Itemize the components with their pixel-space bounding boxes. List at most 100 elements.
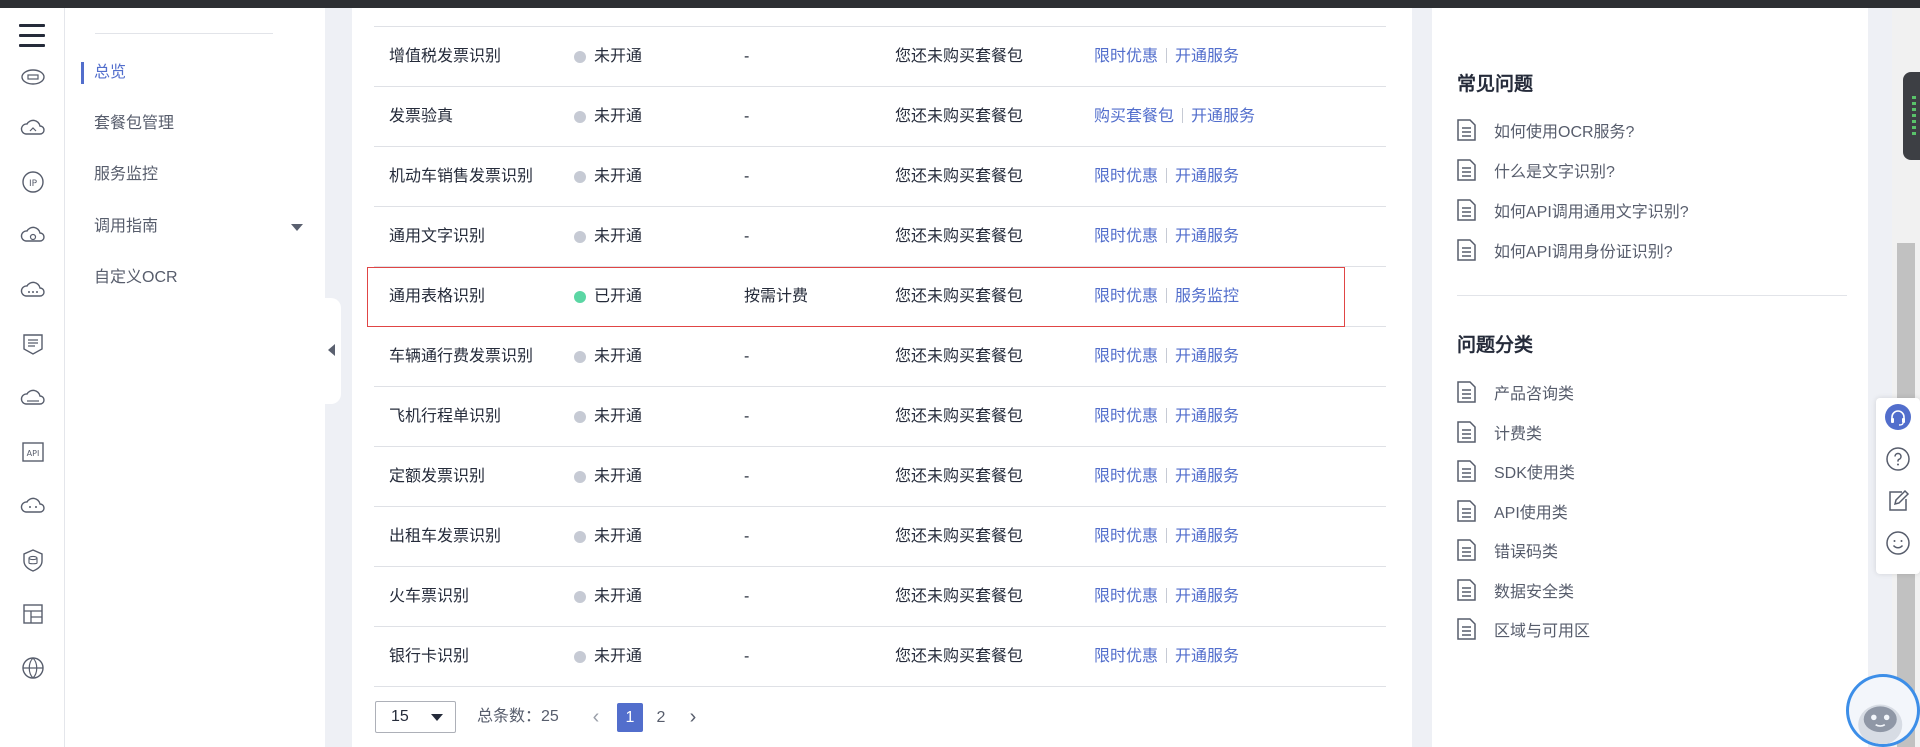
package-info: 您还未购买套餐包 — [895, 228, 1024, 245]
service-status: 未开通 — [574, 327, 643, 387]
faq-item[interactable]: 如何API调用通用文字识别? — [1457, 198, 1689, 222]
nav-item-custom-ocr[interactable]: 自定义OCR — [65, 260, 325, 296]
cloud-dots-icon[interactable] — [20, 493, 46, 519]
row-actions: 限时优惠 开通服务 — [1094, 507, 1239, 567]
cloud-settings-icon[interactable] — [20, 223, 46, 249]
page-size-select[interactable]: 15 — [375, 701, 456, 733]
assistant-robot-avatar[interactable] — [1846, 674, 1920, 747]
table-row: 定额发票识别 未开通 - 您还未购买套餐包 限时优惠 开通服务 — [374, 447, 1386, 507]
help-icon[interactable] — [1883, 444, 1913, 474]
cloud-sync-icon[interactable] — [20, 116, 46, 142]
action-link-secondary[interactable]: 开通服务 — [1175, 648, 1239, 665]
action-link-primary[interactable]: 限时优惠 — [1094, 228, 1158, 245]
action-link-secondary[interactable]: 开通服务 — [1175, 468, 1239, 485]
status-dot — [574, 171, 586, 183]
nav-item-package-management[interactable]: 套餐包管理 — [65, 106, 325, 142]
category-item[interactable]: 数据安全类 — [1457, 578, 1574, 602]
action-separator — [1166, 468, 1168, 483]
headset-icon[interactable] — [1883, 402, 1913, 432]
action-link-primary[interactable]: 限时优惠 — [1094, 348, 1158, 365]
shield-list-icon[interactable] — [20, 331, 46, 357]
cloud-server-icon[interactable] — [20, 63, 46, 89]
row-actions: 限时优惠 开通服务 — [1094, 207, 1239, 267]
action-separator — [1166, 168, 1168, 183]
action-link-primary[interactable]: 购买套餐包 — [1094, 108, 1174, 125]
service-name: 银行卡识别 — [389, 648, 470, 665]
billing-mode: - — [744, 468, 750, 485]
table-row: 银行卡识别 未开通 - 您还未购买套餐包 限时优惠 开通服务 — [374, 627, 1386, 687]
action-link-primary[interactable]: 限时优惠 — [1094, 168, 1158, 185]
service-name: 车辆通行费发票识别 — [389, 348, 534, 365]
help-divider — [1457, 295, 1847, 296]
action-link-primary[interactable]: 限时优惠 — [1094, 528, 1158, 545]
nav-item-label: 总览 — [94, 64, 127, 81]
feedback-icon[interactable] — [1883, 486, 1913, 516]
billing-mode: - — [744, 528, 750, 545]
status-label: 未开通 — [594, 48, 643, 65]
menu-icon[interactable] — [19, 24, 45, 48]
faq-item[interactable]: 如何API调用身份证识别? — [1457, 238, 1673, 262]
edge-widget[interactable] — [1903, 72, 1920, 160]
status-dot — [574, 411, 586, 423]
prev-page-icon[interactable]: ‹ — [586, 701, 606, 733]
page-1-button[interactable]: 1 — [617, 703, 643, 732]
layout-icon[interactable] — [20, 601, 46, 627]
action-link-secondary[interactable]: 开通服务 — [1191, 108, 1255, 125]
category-item[interactable]: API使用类 — [1457, 499, 1568, 523]
billing-mode: - — [744, 228, 750, 245]
action-link-secondary[interactable]: 开通服务 — [1175, 528, 1239, 545]
category-item[interactable]: 产品咨询类 — [1457, 380, 1574, 404]
action-link-primary[interactable]: 限时优惠 — [1094, 408, 1158, 425]
document-icon — [1457, 199, 1476, 221]
nav-item-overview[interactable]: 总览 — [65, 55, 325, 91]
status-label: 未开通 — [594, 348, 643, 365]
billing-mode: - — [744, 348, 750, 365]
collapse-sidebar-button[interactable] — [323, 298, 341, 404]
status-dot — [574, 291, 586, 303]
nav-item-call-guide[interactable]: 调用指南 — [65, 209, 325, 245]
database-shield-icon[interactable] — [20, 547, 46, 573]
action-link-secondary[interactable]: 服务监控 — [1175, 288, 1239, 305]
category-item[interactable]: SDK使用类 — [1457, 459, 1575, 483]
category-item[interactable]: 计费类 — [1457, 420, 1542, 444]
api-icon[interactable]: API — [20, 439, 46, 465]
status-label: 已开通 — [594, 288, 643, 305]
action-link-primary[interactable]: 限时优惠 — [1094, 288, 1158, 305]
faq-item-label: 如何API调用身份证识别? — [1494, 244, 1673, 261]
table-row: 火车票识别 未开通 - 您还未购买套餐包 限时优惠 开通服务 — [374, 567, 1386, 627]
status-dot — [574, 591, 586, 603]
category-item[interactable]: 错误码类 — [1457, 538, 1558, 562]
icon-rail: IP API — [0, 8, 65, 747]
cloud-more-icon[interactable] — [20, 277, 46, 303]
action-link-primary[interactable]: 限时优惠 — [1094, 468, 1158, 485]
status-dot — [574, 231, 586, 243]
status-label: 未开通 — [594, 588, 643, 605]
category-item-label: 产品咨询类 — [1494, 386, 1575, 403]
status-label: 未开通 — [594, 168, 643, 185]
action-link-secondary[interactable]: 开通服务 — [1175, 48, 1239, 65]
action-link-primary[interactable]: 限时优惠 — [1094, 588, 1158, 605]
action-link-secondary[interactable]: 开通服务 — [1175, 408, 1239, 425]
faq-item[interactable]: 什么是文字识别? — [1457, 158, 1615, 182]
category-item[interactable]: 区域与可用区 — [1457, 617, 1590, 641]
action-link-primary[interactable]: 限时优惠 — [1094, 48, 1158, 65]
nav-item-service-monitor[interactable]: 服务监控 — [65, 157, 325, 193]
faq-item[interactable]: 如何使用OCR服务? — [1457, 118, 1634, 142]
service-name: 机动车销售发票识别 — [389, 168, 534, 185]
package-info: 您还未购买套餐包 — [895, 648, 1024, 665]
status-label: 未开通 — [594, 528, 643, 545]
action-link-primary[interactable]: 限时优惠 — [1094, 648, 1158, 665]
globe-icon[interactable] — [20, 655, 46, 681]
status-dot — [574, 531, 586, 543]
cloud-icon[interactable] — [20, 385, 46, 411]
next-page-icon[interactable]: › — [683, 701, 703, 733]
action-link-secondary[interactable]: 开通服务 — [1175, 228, 1239, 245]
smile-icon[interactable] — [1883, 528, 1913, 558]
action-link-secondary[interactable]: 开通服务 — [1175, 588, 1239, 605]
ip-icon[interactable]: IP — [20, 169, 46, 195]
package-info: 您还未购买套餐包 — [895, 48, 1024, 65]
action-link-secondary[interactable]: 开通服务 — [1175, 168, 1239, 185]
page-2-button[interactable]: 2 — [648, 703, 674, 732]
action-link-secondary[interactable]: 开通服务 — [1175, 348, 1239, 365]
package-info: 您还未购买套餐包 — [895, 348, 1024, 365]
